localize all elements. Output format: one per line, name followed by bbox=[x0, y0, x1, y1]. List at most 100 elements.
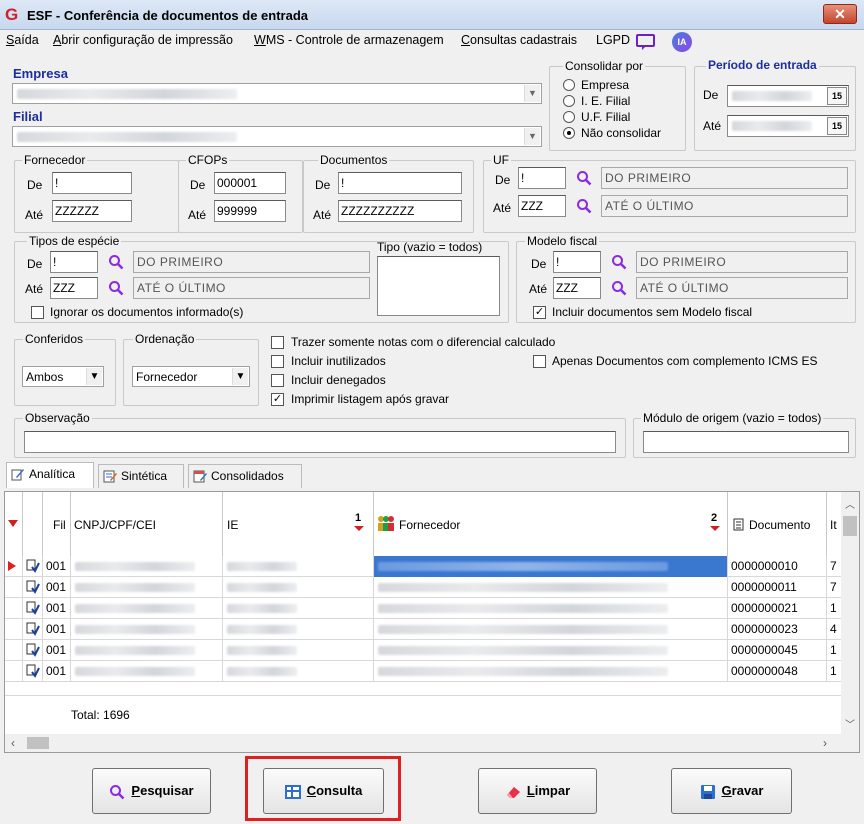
column-header-it[interactable]: It bbox=[827, 492, 841, 556]
table-row[interactable]: 001 0000000011 7 bbox=[5, 577, 841, 598]
tab-analitica[interactable]: Analítica bbox=[6, 462, 94, 488]
uf-de-input[interactable]: ! bbox=[518, 167, 566, 189]
calendar-icon[interactable]: 15 bbox=[827, 117, 847, 135]
scroll-left-icon[interactable]: ‹ bbox=[11, 736, 15, 750]
calendar-icon[interactable]: 15 bbox=[827, 87, 847, 105]
table-row[interactable]: 001 0000000010 7 bbox=[5, 556, 841, 577]
gravar-button[interactable]: Gravar bbox=[671, 768, 792, 814]
especie-ate-input[interactable]: ZZZ bbox=[50, 277, 98, 299]
apenas-documentos-checkbox[interactable] bbox=[533, 355, 546, 368]
radio-ie-filial[interactable] bbox=[563, 95, 575, 107]
column-header-documento[interactable]: Documento bbox=[728, 492, 827, 556]
documento-cell[interactable]: 0000000048 bbox=[728, 661, 827, 682]
ie-cell[interactable] bbox=[223, 598, 374, 619]
modelo-ate-input[interactable]: ZZZ bbox=[553, 277, 601, 299]
empresa-select[interactable]: ▼ bbox=[12, 83, 542, 104]
column-header-ie[interactable]: IE 1 bbox=[223, 492, 374, 556]
radio-nao-consolidar[interactable] bbox=[563, 127, 575, 139]
tab-sintetica[interactable]: Sintética bbox=[98, 464, 184, 488]
fornecedor-cell[interactable] bbox=[374, 577, 728, 598]
it-cell[interactable]: 4 bbox=[827, 619, 841, 640]
cnpj-cell[interactable] bbox=[71, 577, 223, 598]
observacao-input[interactable] bbox=[24, 431, 616, 453]
fornecedor-ate-input[interactable]: ZZZZZZ bbox=[52, 200, 132, 222]
close-button[interactable]: ✕ bbox=[823, 4, 857, 24]
ie-cell[interactable] bbox=[223, 640, 374, 661]
menu-lgpd[interactable]: LGPD bbox=[596, 33, 630, 47]
ia-assistant-icon[interactable]: IA bbox=[672, 32, 692, 52]
vertical-scrollbar[interactable]: ︿ ﹀ bbox=[841, 492, 859, 734]
search-icon[interactable] bbox=[108, 254, 124, 270]
fornecedor-cell[interactable] bbox=[374, 640, 728, 661]
search-icon[interactable] bbox=[576, 198, 592, 214]
fil-cell[interactable]: 001 bbox=[43, 577, 71, 598]
table-row[interactable]: 001 0000000048 1 bbox=[5, 661, 841, 682]
it-cell[interactable]: 7 bbox=[827, 556, 841, 577]
cnpj-cell[interactable] bbox=[71, 619, 223, 640]
incluir-sem-modelo-checkbox[interactable]: ✓ bbox=[533, 306, 546, 319]
search-icon[interactable] bbox=[108, 280, 124, 296]
scrollbar-thumb[interactable] bbox=[27, 737, 49, 749]
scroll-up-icon[interactable]: ︿ bbox=[845, 496, 855, 511]
incluir-denegados-checkbox[interactable] bbox=[271, 374, 284, 387]
menu-wms[interactable]: WMS - Controle de armazenagem bbox=[254, 33, 444, 47]
search-icon[interactable] bbox=[576, 170, 592, 186]
fil-cell[interactable]: 001 bbox=[43, 661, 71, 682]
limpar-button[interactable]: Limpar bbox=[478, 768, 597, 814]
fornecedor-de-input[interactable]: ! bbox=[52, 172, 132, 194]
incluir-inutilizados-checkbox[interactable] bbox=[271, 355, 284, 368]
cnpj-cell[interactable] bbox=[71, 640, 223, 661]
menu-saida[interactable]: Saída bbox=[6, 33, 39, 47]
table-row[interactable]: 001 0000000021 1 bbox=[5, 598, 841, 619]
ie-cell[interactable] bbox=[223, 577, 374, 598]
modulo-input[interactable] bbox=[643, 431, 849, 453]
fornecedor-cell[interactable] bbox=[374, 661, 728, 682]
table-row[interactable]: 001 0000000045 1 bbox=[5, 640, 841, 661]
chat-screen-icon[interactable] bbox=[635, 33, 657, 51]
horizontal-scrollbar[interactable]: ‹ › bbox=[5, 734, 859, 752]
ie-cell[interactable] bbox=[223, 556, 374, 577]
pesquisar-button[interactable]: Pesquisar bbox=[92, 768, 211, 814]
imprimir-listagem-checkbox[interactable]: ✓ bbox=[271, 393, 284, 406]
cfops-de-input[interactable]: 000001 bbox=[214, 172, 286, 194]
documento-cell[interactable]: 0000000011 bbox=[728, 577, 827, 598]
ie-cell[interactable] bbox=[223, 619, 374, 640]
cnpj-cell[interactable] bbox=[71, 598, 223, 619]
consulta-button[interactable]: Consulta bbox=[263, 768, 384, 814]
it-cell[interactable]: 1 bbox=[827, 661, 841, 682]
menu-consultas[interactable]: Consultas cadastrais bbox=[461, 33, 577, 47]
documentos-ate-input[interactable]: ZZZZZZZZZZ bbox=[338, 200, 462, 222]
column-header-fornecedor[interactable]: Fornecedor 2 bbox=[374, 492, 728, 556]
fornecedor-cell[interactable] bbox=[374, 556, 728, 577]
it-cell[interactable]: 1 bbox=[827, 640, 841, 661]
documento-cell[interactable]: 0000000023 bbox=[728, 619, 827, 640]
fil-cell[interactable]: 001 bbox=[43, 640, 71, 661]
cfops-ate-input[interactable]: 999999 bbox=[214, 200, 286, 222]
documento-cell[interactable]: 0000000021 bbox=[728, 598, 827, 619]
cnpj-cell[interactable] bbox=[71, 661, 223, 682]
it-cell[interactable]: 1 bbox=[827, 598, 841, 619]
fil-cell[interactable]: 001 bbox=[43, 598, 71, 619]
scroll-right-icon[interactable]: › bbox=[823, 736, 827, 750]
filial-select[interactable]: ▼ bbox=[12, 126, 542, 147]
ignorar-checkbox[interactable] bbox=[31, 306, 44, 319]
scroll-down-icon[interactable]: ﹀ bbox=[845, 716, 855, 731]
search-icon[interactable] bbox=[611, 280, 627, 296]
it-cell[interactable]: 7 bbox=[827, 577, 841, 598]
column-header-fil[interactable]: Fil bbox=[43, 492, 71, 556]
documento-cell[interactable]: 0000000045 bbox=[728, 640, 827, 661]
modelo-de-input[interactable]: ! bbox=[553, 251, 601, 273]
tab-consolidados[interactable]: Consolidados bbox=[188, 464, 302, 488]
documento-cell[interactable]: 0000000010 bbox=[728, 556, 827, 577]
menu-abrir-config[interactable]: Abrir configuração de impressão bbox=[53, 33, 233, 47]
tipo-listbox[interactable] bbox=[377, 256, 500, 316]
table-row[interactable]: 001 0000000023 4 bbox=[5, 619, 841, 640]
column-header-cnpj[interactable]: CNPJ/CPF/CEI bbox=[71, 492, 223, 556]
radio-empresa[interactable] bbox=[563, 79, 575, 91]
especie-de-input[interactable]: ! bbox=[50, 251, 98, 273]
documentos-de-input[interactable]: ! bbox=[338, 172, 462, 194]
radio-uf-filial[interactable] bbox=[563, 111, 575, 123]
search-icon[interactable] bbox=[611, 254, 627, 270]
cnpj-cell[interactable] bbox=[71, 556, 223, 577]
ordenacao-select[interactable]: Fornecedor ▼ bbox=[132, 366, 250, 387]
